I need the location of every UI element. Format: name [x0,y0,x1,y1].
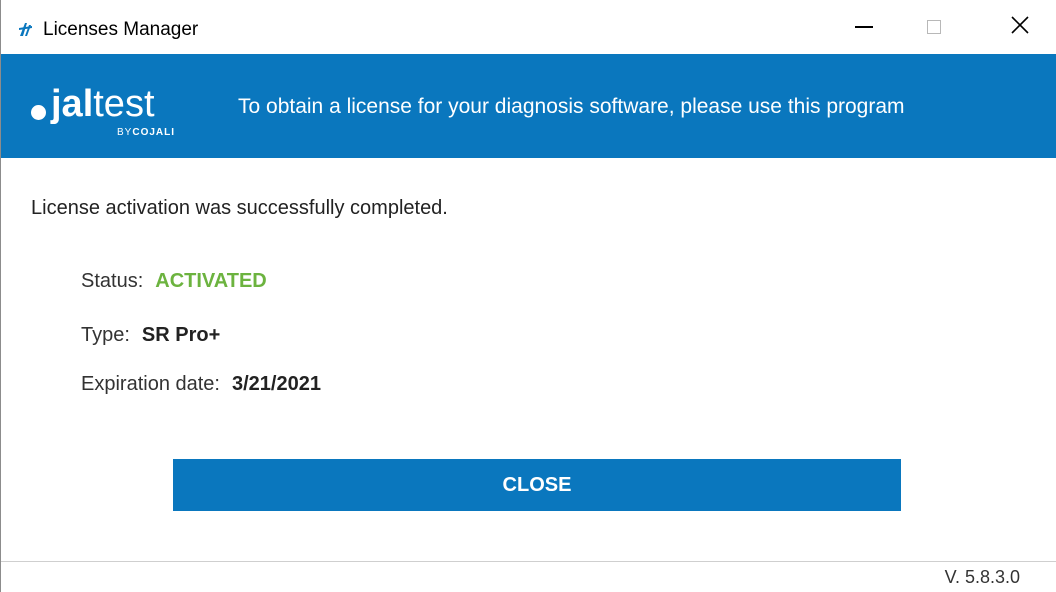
logo-word-bold: jal [51,83,94,125]
licenses-manager-window: Licenses Manager jal test BYCOJALI To obt… [0,0,1056,592]
logo-dot [31,105,46,120]
minimize-button[interactable] [829,0,899,54]
window-title: Licenses Manager [43,19,199,40]
close-button[interactable]: CLOSE [173,459,901,511]
logo-word-light: test [93,83,155,125]
type-row: Type: SR Pro+ [81,324,220,347]
close-icon [1011,15,1029,39]
header-banner: jal test BYCOJALI To obtain a license for… [1,54,1056,158]
version-label: V. 5.8.3.0 [944,567,1020,587]
jaltest-logo: jal test BYCOJALI [31,80,201,144]
expiration-value: 3/21/2021 [231,373,321,395]
title-bar[interactable]: Licenses Manager [1,0,1056,54]
logo-byline: BYCOJALI [117,127,175,138]
expiration-label: Expiration date: [81,373,220,395]
expiration-row: Expiration date: 3/21/2021 [81,373,321,396]
maximize-button[interactable] [899,0,969,54]
logo-brand: COJALI [132,127,176,138]
type-label: Type: [81,324,130,346]
maximize-icon [927,20,941,34]
logo-by: BY [117,127,133,138]
close-window-button[interactable] [985,0,1055,54]
status-row: Status: ACTIVATED [81,270,267,293]
type-value: SR Pro+ [141,324,221,346]
minimize-icon [855,26,873,28]
banner-tagline: To obtain a license for your diagnosis s… [238,95,905,118]
footer-divider [1,561,1056,562]
activation-message: License activation was successfully comp… [31,197,448,219]
jaltest-app-icon [17,20,35,38]
status-label: Status: [81,270,144,292]
status-value: ACTIVATED [155,270,267,292]
